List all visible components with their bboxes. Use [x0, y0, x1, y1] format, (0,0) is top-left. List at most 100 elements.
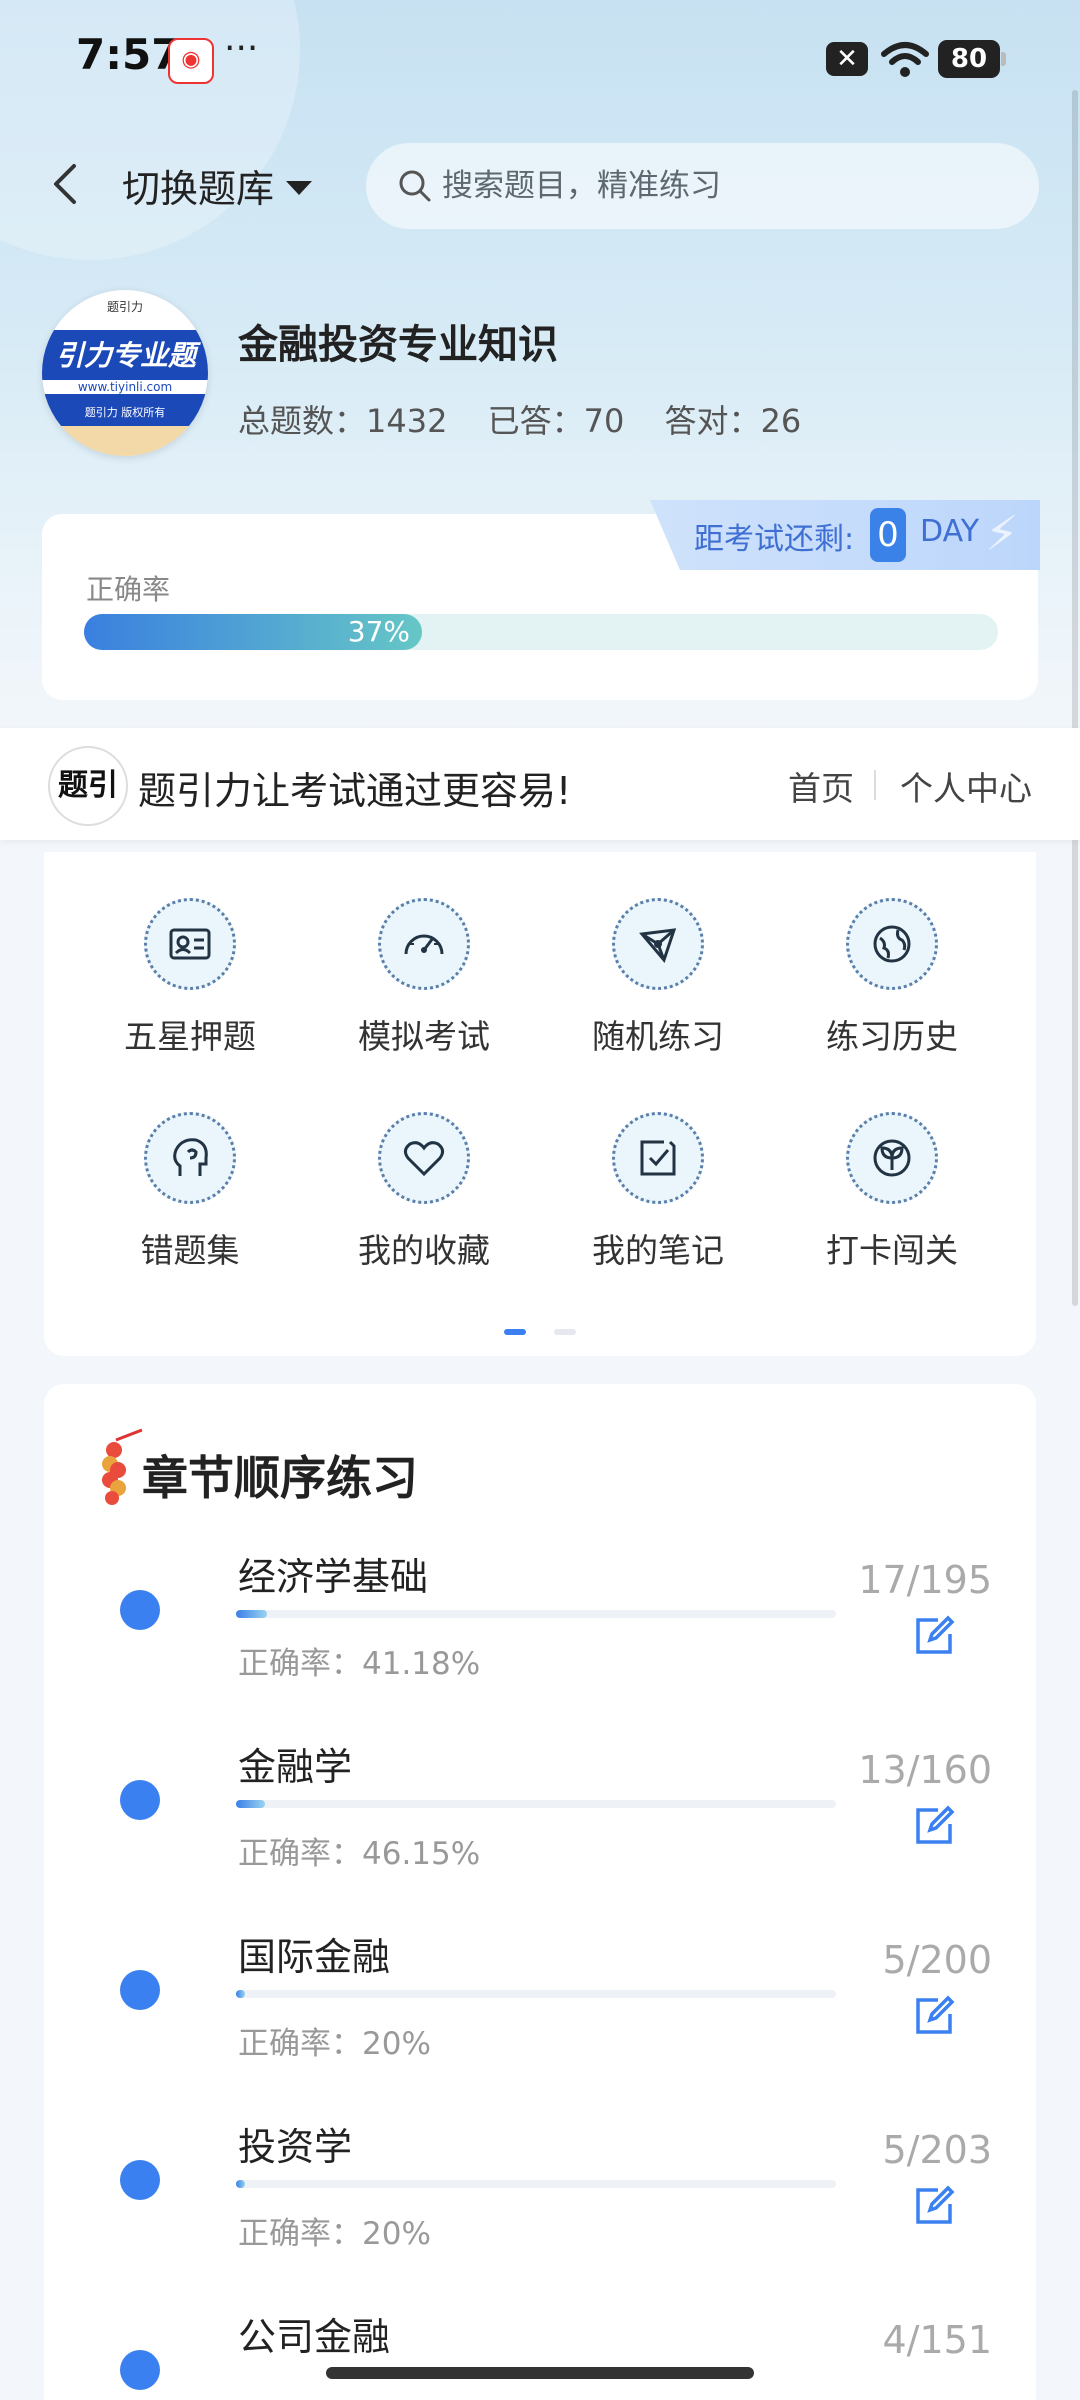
feature-label: 随机练习 — [592, 1017, 724, 1056]
page-dot-active — [504, 1329, 527, 1335]
feature-label: 练习历史 — [826, 1017, 958, 1056]
chapter-progress-fill — [236, 1800, 265, 1808]
status-time: 7:57 — [76, 30, 181, 79]
page-dot — [553, 1329, 576, 1335]
total-questions: 总题数：1432 — [238, 402, 448, 440]
chapter-count: 4/151 — [882, 2318, 992, 2362]
edit-icon[interactable] — [912, 1614, 956, 1658]
scrollbar[interactable] — [1072, 90, 1078, 1306]
countdown-days: 0 — [870, 508, 906, 562]
chapter-progress-fill — [236, 2180, 245, 2188]
head-icon — [144, 1112, 236, 1204]
bank-logo: 题引力 引力专业题 www.tiyinli.com 题引力 版权所有 — [42, 290, 208, 456]
logo-url-text: www.tiyinli.com — [42, 380, 208, 394]
chapter-dot — [120, 1970, 160, 2010]
feature-mock-exam[interactable]: 模拟考试 — [314, 898, 534, 1098]
feature-label: 五星押题 — [124, 1017, 256, 1056]
chapter-count: 13/160 — [858, 1748, 992, 1792]
feature-label: 我的收藏 — [358, 1231, 490, 1270]
page-indicator — [44, 1320, 1036, 1339]
chapter-progress-fill — [236, 1610, 267, 1618]
chapter-progress-fill — [236, 1990, 245, 1998]
lightning-icon: ⚡ — [985, 506, 1019, 562]
chapter-dot — [120, 1780, 160, 1820]
search-input[interactable] — [440, 167, 1004, 205]
chapter-count: 5/203 — [882, 2128, 992, 2172]
chapter-count: 17/195 — [858, 1558, 992, 1602]
id-card-icon — [144, 898, 236, 990]
chapter-dot — [120, 2350, 160, 2390]
chapter-name: 公司金融 — [238, 2315, 391, 2359]
promo-slogan: 题引力让考试通过更容易! — [138, 769, 572, 813]
edit-icon[interactable] — [912, 1994, 956, 2038]
accuracy-progress-fill: 37% — [84, 614, 422, 650]
firecracker-icon — [102, 1428, 143, 1505]
feature-label: 打卡闯关 — [826, 1231, 958, 1270]
globe-icon — [846, 898, 938, 990]
chapter-item[interactable]: 国际金融 正确率：20% 5/200 — [44, 1926, 1036, 2116]
chapter-count: 5/200 — [882, 1938, 992, 1982]
wifi-icon — [881, 42, 929, 77]
chapter-dot — [120, 2160, 160, 2200]
switch-bank-label: 切换题库 — [122, 167, 275, 211]
countdown-label: 距考试还剩: — [694, 522, 855, 557]
feature-check-in[interactable]: 打卡闯关 — [782, 1112, 1002, 1312]
answered-count: 已答：70 — [487, 402, 625, 440]
section-title: 章节顺序练习 — [142, 1451, 418, 1505]
feature-favorites[interactable]: 我的收藏 — [314, 1112, 534, 1312]
chapter-item[interactable]: 公司金融 4/151 — [44, 2306, 1036, 2400]
personal-center-link[interactable]: 个人中心 — [900, 762, 1032, 810]
chapter-name: 经济学基础 — [238, 1555, 429, 1599]
no-sim-icon: ✕ — [826, 42, 868, 76]
bank-stats: 总题数：1432 已答：70 答对：26 — [238, 396, 831, 442]
feature-random-practice[interactable]: 随机练习 — [548, 898, 768, 1098]
switch-bank-button[interactable]: 切换题库 — [122, 158, 313, 213]
logo-bottom-band — [42, 426, 208, 456]
caret-down-icon — [286, 180, 313, 195]
chapter-progress-bar — [236, 1990, 836, 1998]
feature-practice-history[interactable]: 练习历史 — [782, 898, 1002, 1098]
accuracy-label: 正确率 — [86, 573, 171, 606]
more-notifications-icon: ··· — [224, 28, 259, 69]
feature-label: 我的笔记 — [592, 1231, 724, 1270]
chapter-item[interactable]: 经济学基础 正确率：41.18% 17/195 — [44, 1546, 1036, 1736]
accuracy-percent: 37% — [347, 615, 410, 648]
chapter-item[interactable]: 金融学 正确率：46.15% 13/160 — [44, 1736, 1036, 1926]
chapter-name: 投资学 — [238, 2125, 353, 2169]
app-notification-icon: ◉ — [168, 38, 214, 84]
search-icon — [399, 170, 431, 202]
feature-wrong-questions[interactable]: 错题集 — [80, 1112, 300, 1312]
logo-main-text: 引力专业题 — [55, 339, 196, 372]
sprout-icon — [846, 1112, 938, 1204]
promo-bar: 题引 题引力让考试通过更容易! 首页 个人中心 — [0, 728, 1080, 840]
divider — [874, 770, 876, 800]
search-bar[interactable] — [366, 143, 1039, 229]
chapter-accuracy: 正确率：20% — [238, 2216, 431, 2252]
feature-five-star[interactable]: 五星押题 — [80, 898, 300, 1098]
battery-level: 80 — [950, 44, 988, 74]
feature-label: 错题集 — [140, 1231, 240, 1270]
chapter-progress-bar — [236, 1800, 836, 1808]
back-icon[interactable] — [44, 160, 88, 208]
edit-icon[interactable] — [912, 2184, 956, 2228]
feature-notes[interactable]: 我的笔记 — [548, 1112, 768, 1312]
logo-top-text: 题引力 — [106, 300, 143, 314]
edit-icon[interactable] — [912, 1804, 956, 1848]
top-navigation: 切换题库 — [0, 140, 1080, 230]
chapter-name: 金融学 — [238, 1745, 353, 1789]
chapter-name: 国际金融 — [238, 1935, 391, 1979]
network-icon — [612, 898, 704, 990]
home-link[interactable]: 首页 — [788, 762, 854, 810]
correct-count: 答对：26 — [664, 402, 802, 440]
home-indicator[interactable] — [326, 2367, 754, 2379]
accuracy-progress-bar: 37% — [84, 614, 998, 650]
status-bar: 7:57 ◉ ··· ✕ 80 — [0, 0, 1080, 118]
chapter-progress-bar — [236, 1610, 836, 1618]
chapter-accuracy: 正确率：46.15% — [238, 1836, 481, 1872]
chapter-accuracy: 正确率：20% — [238, 2026, 431, 2062]
note-check-icon — [612, 1112, 704, 1204]
chapter-item[interactable]: 投资学 正确率：20% 5/203 — [44, 2116, 1036, 2306]
battery-icon: 80 — [938, 40, 1006, 78]
chapter-accuracy: 正确率：41.18% — [238, 1646, 481, 1682]
heart-icon — [378, 1112, 470, 1204]
